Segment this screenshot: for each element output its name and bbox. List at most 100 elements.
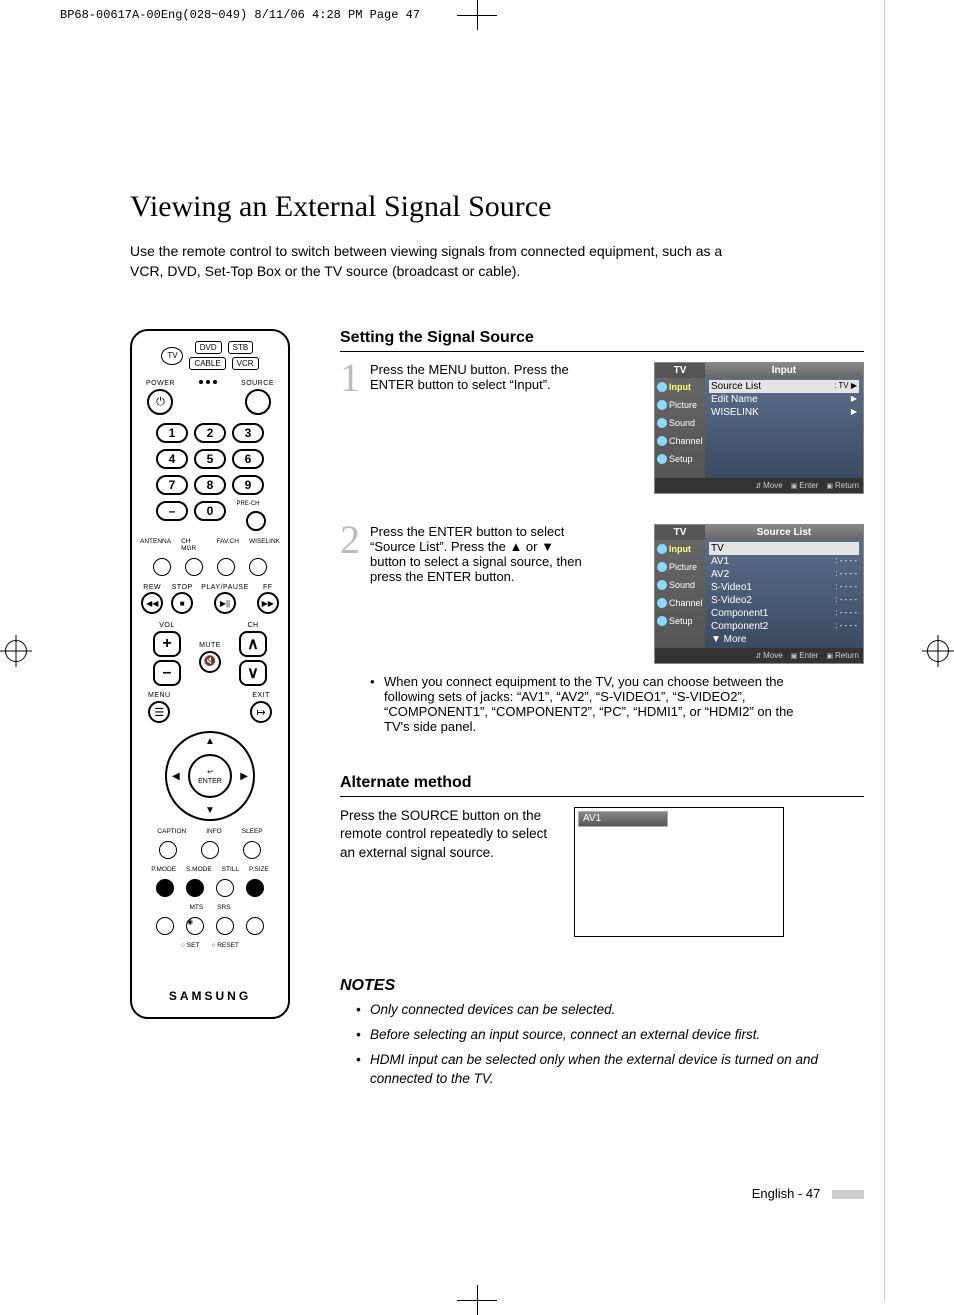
num-2: 2 bbox=[194, 423, 226, 443]
remote-tv-button: TV bbox=[161, 347, 183, 365]
osd-side-item: Input bbox=[655, 378, 705, 396]
osd1-brand: TV bbox=[655, 363, 705, 378]
osd-row: Source List: TV ▶ bbox=[709, 380, 859, 393]
step-2-text: Press the ENTER button to select “Source… bbox=[370, 524, 582, 584]
blank-button-2 bbox=[246, 917, 264, 935]
remote-vcr-button: VCR bbox=[232, 357, 259, 370]
num-1: 1 bbox=[156, 423, 188, 443]
sleep-label: SLEEP bbox=[242, 828, 263, 835]
note-item: Only connected devices can be selected. bbox=[356, 1001, 864, 1020]
favch-label: FAV.CH bbox=[217, 538, 239, 552]
vol-up: + bbox=[153, 631, 181, 657]
menu-button: ☰ bbox=[148, 701, 170, 723]
pmode-button bbox=[156, 879, 174, 897]
remote-illustration: TV DVD STB CABLE VCR POWER bbox=[130, 329, 290, 1019]
osd2-foot-enter: Enter bbox=[791, 651, 819, 660]
remote-stb-button: STB bbox=[228, 341, 254, 354]
prech-button bbox=[246, 511, 266, 531]
antenna-label: ANTENNA bbox=[140, 538, 171, 552]
osd2-title: Source List bbox=[705, 525, 863, 540]
antenna-button bbox=[153, 558, 171, 576]
alt-screen-bar: AV1 bbox=[578, 811, 668, 827]
page-header: BP68-00617A-00Eng(028~049) 8/11/06 4:28 … bbox=[60, 8, 420, 22]
exit-label: EXIT bbox=[252, 692, 270, 699]
osd-row: AV1: - - - - bbox=[709, 555, 859, 568]
vol-label: VOL bbox=[159, 622, 175, 629]
smode-label: S.MODE bbox=[186, 866, 212, 873]
enter-label: ENTER bbox=[198, 778, 222, 785]
note-item: Before selecting an input source, connec… bbox=[356, 1026, 864, 1045]
favch-button bbox=[217, 558, 235, 576]
osd1-foot-enter: Enter bbox=[791, 481, 819, 490]
number-pad: 1 2 3 4 5 6 7 8 9 – 0 PRE-CH bbox=[156, 423, 264, 521]
micro-labels: ANTENNA CH MGR FAV.CH WISELINK bbox=[140, 538, 280, 552]
page-title: Viewing an External Signal Source bbox=[130, 190, 864, 224]
remote-cable-button: CABLE bbox=[189, 357, 225, 370]
wiselink-label: WISELINK bbox=[249, 538, 280, 552]
transport-row: REW◀◀ STOP■ PLAY/PAUSE▶|| FF▶▶ bbox=[141, 584, 279, 614]
osd-side-item: Sound bbox=[655, 576, 705, 594]
vertical-rule bbox=[884, 0, 885, 1301]
rew-button: ◀◀ bbox=[141, 592, 163, 614]
stop-button: ■ bbox=[171, 592, 193, 614]
osd-row: Edit Name ▶ bbox=[709, 393, 859, 406]
num-3: 3 bbox=[232, 423, 264, 443]
info-label: INFO bbox=[206, 828, 222, 835]
chmgr-button bbox=[185, 558, 203, 576]
crop-mark-bottom bbox=[457, 1285, 497, 1301]
prech-label: PRE-CH bbox=[232, 501, 264, 507]
left-arrow-icon: ◀ bbox=[172, 771, 180, 782]
osd-input-menu: TV Input InputPictureSoundChannelSetup S… bbox=[654, 362, 864, 494]
caption-button bbox=[159, 841, 177, 859]
exit-button: ↦ bbox=[250, 701, 272, 723]
step-1-text: Press the MENU button. Press the ENTER b… bbox=[370, 362, 590, 474]
notes-list: Only connected devices can be selected. B… bbox=[340, 1001, 864, 1089]
play-label: PLAY/PAUSE bbox=[201, 584, 249, 591]
osd1-foot-move: Move bbox=[755, 481, 782, 490]
mute-label: MUTE bbox=[199, 642, 221, 649]
reset-label: ○ RESET bbox=[211, 942, 238, 949]
section-title-alt: Alternate method bbox=[340, 774, 864, 797]
source-label: SOURCE bbox=[241, 380, 274, 387]
vol-down: – bbox=[153, 660, 181, 686]
osd-side-item: Picture bbox=[655, 396, 705, 414]
wiselink-button bbox=[249, 558, 267, 576]
osd2-brand: TV bbox=[655, 525, 705, 540]
osd-row: Component2: - - - - bbox=[709, 620, 859, 633]
footer-text: English - 47 bbox=[752, 1186, 821, 1201]
osd-side-item: Picture bbox=[655, 558, 705, 576]
osd-row: ▼ More bbox=[709, 633, 859, 646]
footer-bar bbox=[832, 1190, 864, 1199]
osd2-foot-move: Move bbox=[755, 651, 782, 660]
crop-mark-top bbox=[457, 0, 497, 16]
osd-side-item: Input bbox=[655, 540, 705, 558]
step-2-bullet: When you connect equipment to the TV, yo… bbox=[370, 674, 800, 734]
brand-label: SAMSUNG bbox=[169, 989, 251, 1003]
num-5: 5 bbox=[194, 449, 226, 469]
num-4: 4 bbox=[156, 449, 188, 469]
alt-method-text: Press the SOURCE button on the remote co… bbox=[340, 807, 560, 937]
remote-dvd-button: DVD bbox=[195, 341, 222, 354]
mute-button: 🔇 bbox=[199, 651, 221, 673]
set-label: ○ SET bbox=[181, 942, 199, 949]
pmode-label: P.MODE bbox=[151, 866, 176, 873]
ch-down: ∨ bbox=[239, 660, 267, 686]
note-item: HDMI input can be selected only when the… bbox=[356, 1051, 864, 1089]
registration-right bbox=[927, 640, 949, 662]
power-button: ⏻ bbox=[147, 389, 173, 415]
page-footer: English - 47 bbox=[752, 1186, 864, 1201]
ff-button: ▶▶ bbox=[257, 592, 279, 614]
alt-screen: AV1 bbox=[574, 807, 784, 937]
rew-label: REW bbox=[143, 584, 161, 591]
stop-label: STOP bbox=[172, 584, 193, 591]
num-dash: – bbox=[156, 501, 188, 521]
info-button bbox=[201, 841, 219, 859]
psize-label: P.SIZE bbox=[249, 866, 269, 873]
menu-label: MENU bbox=[148, 692, 171, 699]
enter-ring: ▲ ▼ ◀ ▶ ↩ ENTER bbox=[165, 731, 255, 821]
num-9: 9 bbox=[232, 475, 264, 495]
srs-button: ◉ bbox=[186, 917, 204, 935]
still-label: STILL bbox=[222, 866, 239, 873]
osd-side-item: Setup bbox=[655, 612, 705, 630]
osd2-foot-return: Return bbox=[826, 651, 859, 660]
